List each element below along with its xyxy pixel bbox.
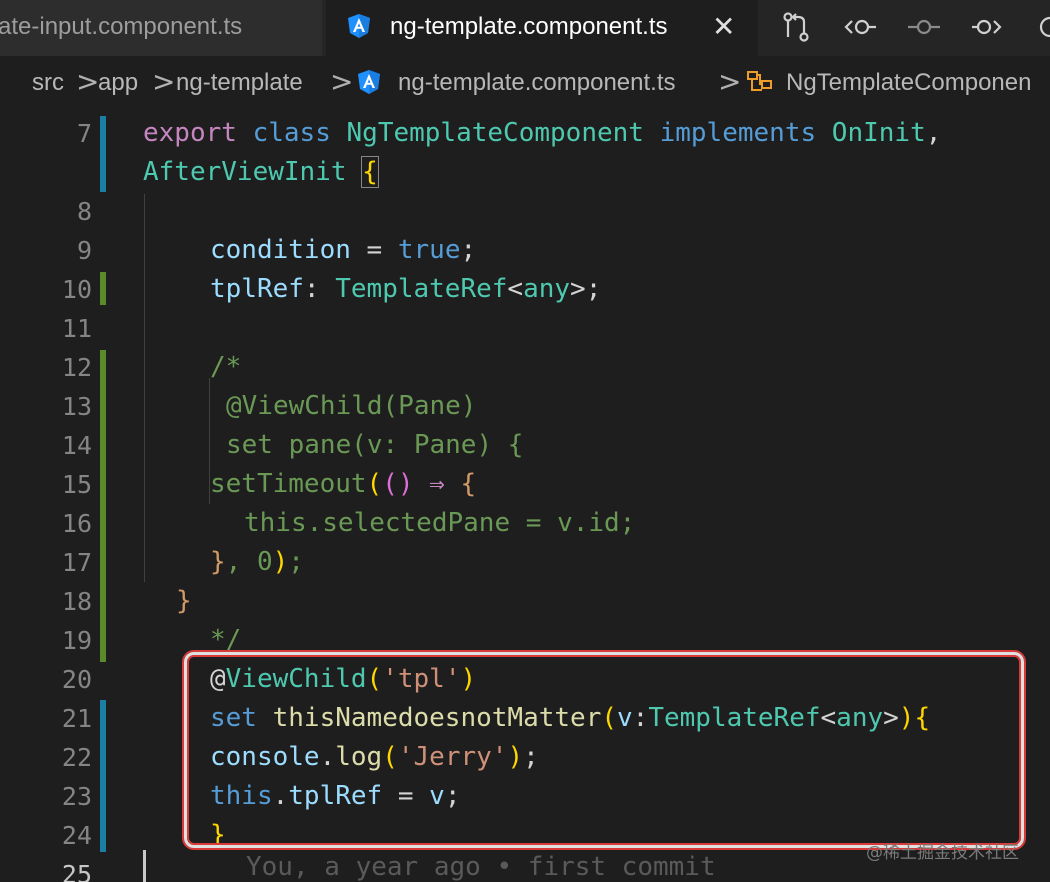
breadcrumb-separator: > xyxy=(330,65,354,98)
code-line: set pane(v: Pane) { xyxy=(226,426,523,465)
code-line: /* xyxy=(210,352,242,382)
breadcrumb-item-class[interactable]: NgTemplateComponen xyxy=(786,69,1031,97)
code-token: 0 xyxy=(256,547,273,577)
line-number: 11 xyxy=(61,314,92,343)
line-number: 19 xyxy=(61,626,92,655)
angular-icon xyxy=(348,14,370,38)
code-token: , xyxy=(225,547,257,577)
code-token: { xyxy=(460,469,477,499)
code-line: } xyxy=(176,582,192,621)
line-number: 24 xyxy=(61,821,92,850)
git-blame-annotation: You, a year ago • first commit xyxy=(246,852,716,882)
code-token: ( xyxy=(366,469,383,499)
line-number: 22 xyxy=(61,743,92,772)
gutter-added-bar xyxy=(100,272,106,305)
tab-bar: ate-input.component.ts ng-template.compo… xyxy=(0,0,1050,56)
code-token: } xyxy=(210,547,226,577)
code-token: { xyxy=(361,156,379,188)
timeline-back-icon[interactable] xyxy=(840,8,880,46)
gutter-added-bar xyxy=(100,350,106,662)
line-number: 18 xyxy=(61,587,92,616)
line-number: 7 xyxy=(76,119,92,148)
code-token: tplRef xyxy=(210,274,304,304)
code-token: AfterViewInit xyxy=(143,157,347,187)
code-line: AfterViewInit { xyxy=(143,153,379,192)
code-line: condition = true; xyxy=(210,231,476,270)
source-control-compare-icon[interactable] xyxy=(776,8,816,46)
code-token: = xyxy=(350,235,398,265)
code-token: export xyxy=(143,118,237,148)
code-token: ( xyxy=(382,469,398,499)
code-token: : xyxy=(303,274,336,304)
gutter-modified-bar xyxy=(100,700,106,852)
breadcrumb-separator: > xyxy=(76,65,100,98)
line-number: 23 xyxy=(61,782,92,811)
code-token: ) xyxy=(397,469,414,499)
code-token: class xyxy=(252,118,331,148)
line-number: 15 xyxy=(61,470,92,499)
line-number: 10 xyxy=(61,275,92,304)
code-line: tplRef: TemplateRef<any>; xyxy=(210,270,601,309)
code-token: any xyxy=(523,274,571,304)
code-token: OnInit xyxy=(831,118,926,148)
angular-icon xyxy=(358,70,380,94)
code-token: ; xyxy=(460,235,477,265)
code-line: }, 0); xyxy=(210,543,304,582)
code-token: ; xyxy=(585,274,602,304)
highlight-box xyxy=(184,652,1024,848)
timeline-forward-icon[interactable] xyxy=(968,8,1008,46)
circle-icon[interactable] xyxy=(1030,8,1050,46)
line-number: 13 xyxy=(61,392,92,421)
breadcrumb-item-ng-template[interactable]: ng-template xyxy=(176,69,303,97)
breadcrumb-separator: > xyxy=(718,65,742,98)
text-cursor xyxy=(143,850,146,882)
code-token: ; xyxy=(288,547,304,577)
tab-label: ate-input.component.ts xyxy=(0,13,243,40)
class-symbol-icon xyxy=(747,71,772,91)
line-number: 21 xyxy=(61,704,92,733)
watermark: @稀土掘金技术社区 xyxy=(866,843,1019,863)
line-number: 8 xyxy=(76,197,92,226)
code-token: condition xyxy=(210,235,351,265)
breadcrumb: src > app > ng-template > ng-template.co… xyxy=(0,56,1050,108)
code-token: NgTemplateComponent xyxy=(346,118,644,148)
indent-guide xyxy=(144,194,145,582)
breadcrumb-separator: > xyxy=(152,65,176,98)
line-number: 9 xyxy=(76,236,92,265)
code-token: > xyxy=(570,274,586,304)
tab-label: ng-template.component.ts xyxy=(390,13,668,40)
line-number: 12 xyxy=(61,353,92,382)
close-icon[interactable]: ✕ xyxy=(712,10,735,43)
gutter-modified-bar xyxy=(100,116,106,192)
code-token: implements xyxy=(659,118,817,148)
code-token: setTimeout xyxy=(210,469,367,499)
line-number: 17 xyxy=(61,548,92,577)
line-number: 20 xyxy=(61,665,92,694)
line-number: 16 xyxy=(61,509,92,538)
code-token: ) xyxy=(272,547,289,577)
line-number-current: 25 xyxy=(61,860,92,882)
code-line: this.selectedPane = v.id; xyxy=(244,508,636,538)
breadcrumb-item-file[interactable]: ng-template.component.ts xyxy=(398,69,676,97)
code-token: TemplateRef xyxy=(335,274,508,304)
code-token: true xyxy=(397,235,461,265)
code-token: set pane(v: Pane) { xyxy=(226,430,524,460)
code-line: setTimeout(() ⇒ { xyxy=(210,465,476,504)
line-number: 14 xyxy=(61,431,92,460)
code-token: } xyxy=(176,586,192,616)
timeline-dot-icon[interactable] xyxy=(904,8,944,46)
code-editor[interactable]: 7 8 9 10 11 12 13 14 15 16 17 18 19 20 2… xyxy=(0,108,1050,882)
tab-ng-template[interactable]: ng-template.component.ts ✕ xyxy=(326,0,758,56)
code-token: ⇒ xyxy=(413,469,461,499)
breadcrumb-item-app[interactable]: app xyxy=(98,69,138,97)
code-line: @ViewChild(Pane) xyxy=(226,391,477,421)
code-token: , xyxy=(925,118,942,148)
breadcrumb-item-src[interactable]: src xyxy=(32,69,64,97)
tab-ate-input[interactable]: ate-input.component.ts xyxy=(0,0,322,56)
code-line: export class NgTemplateComponent impleme… xyxy=(143,114,941,153)
code-token: < xyxy=(507,274,524,304)
